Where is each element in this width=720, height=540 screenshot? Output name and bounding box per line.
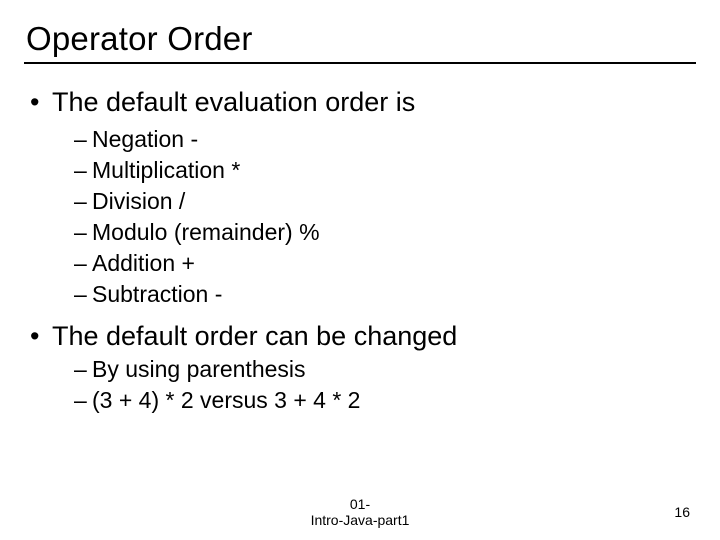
slide-title: Operator Order — [24, 20, 696, 64]
page-number: 16 — [674, 504, 690, 520]
dash-icon: – — [74, 354, 92, 385]
sub-item: –Modulo (remainder) % — [74, 217, 696, 248]
sub-text: Division / — [92, 188, 185, 214]
footer-line2: Intro-Java-part1 — [311, 512, 410, 528]
dash-icon: – — [74, 248, 92, 279]
sub-text: Subtraction - — [92, 281, 222, 307]
sub-text: Multiplication * — [92, 157, 240, 183]
dash-icon: – — [74, 217, 92, 248]
sub-item: –Addition + — [74, 248, 696, 279]
footer: 01- Intro-Java-part1 — [0, 496, 720, 528]
sub-text: Addition + — [92, 250, 195, 276]
sub-text: By using parenthesis — [92, 356, 306, 382]
sub-item: –By using parenthesis — [74, 354, 696, 385]
footer-line1: 01- — [350, 496, 370, 512]
sub-item: –(3 + 4) * 2 versus 3 + 4 * 2 — [74, 385, 696, 416]
bullet-1-text: The default evaluation order is — [52, 87, 415, 117]
sub-item: –Multiplication * — [74, 155, 696, 186]
dash-icon: – — [74, 155, 92, 186]
bullet-dot-icon: • — [30, 86, 52, 120]
sub-item: –Negation - — [74, 124, 696, 155]
sub-text: (3 + 4) * 2 versus 3 + 4 * 2 — [92, 387, 360, 413]
dash-icon: – — [74, 385, 92, 416]
sub-item: –Division / — [74, 186, 696, 217]
dash-icon: – — [74, 186, 92, 217]
bullet-1: •The default evaluation order is — [30, 86, 696, 120]
dash-icon: – — [74, 279, 92, 310]
bullet-2-text: The default order can be changed — [52, 321, 457, 351]
sub-text: Negation - — [92, 126, 198, 152]
dash-icon: – — [74, 124, 92, 155]
bullet-dot-icon: • — [30, 320, 52, 354]
sub-text: Modulo (remainder) % — [92, 219, 320, 245]
sub-item: –Subtraction - — [74, 279, 696, 310]
bullet-2: •The default order can be changed — [30, 320, 696, 354]
